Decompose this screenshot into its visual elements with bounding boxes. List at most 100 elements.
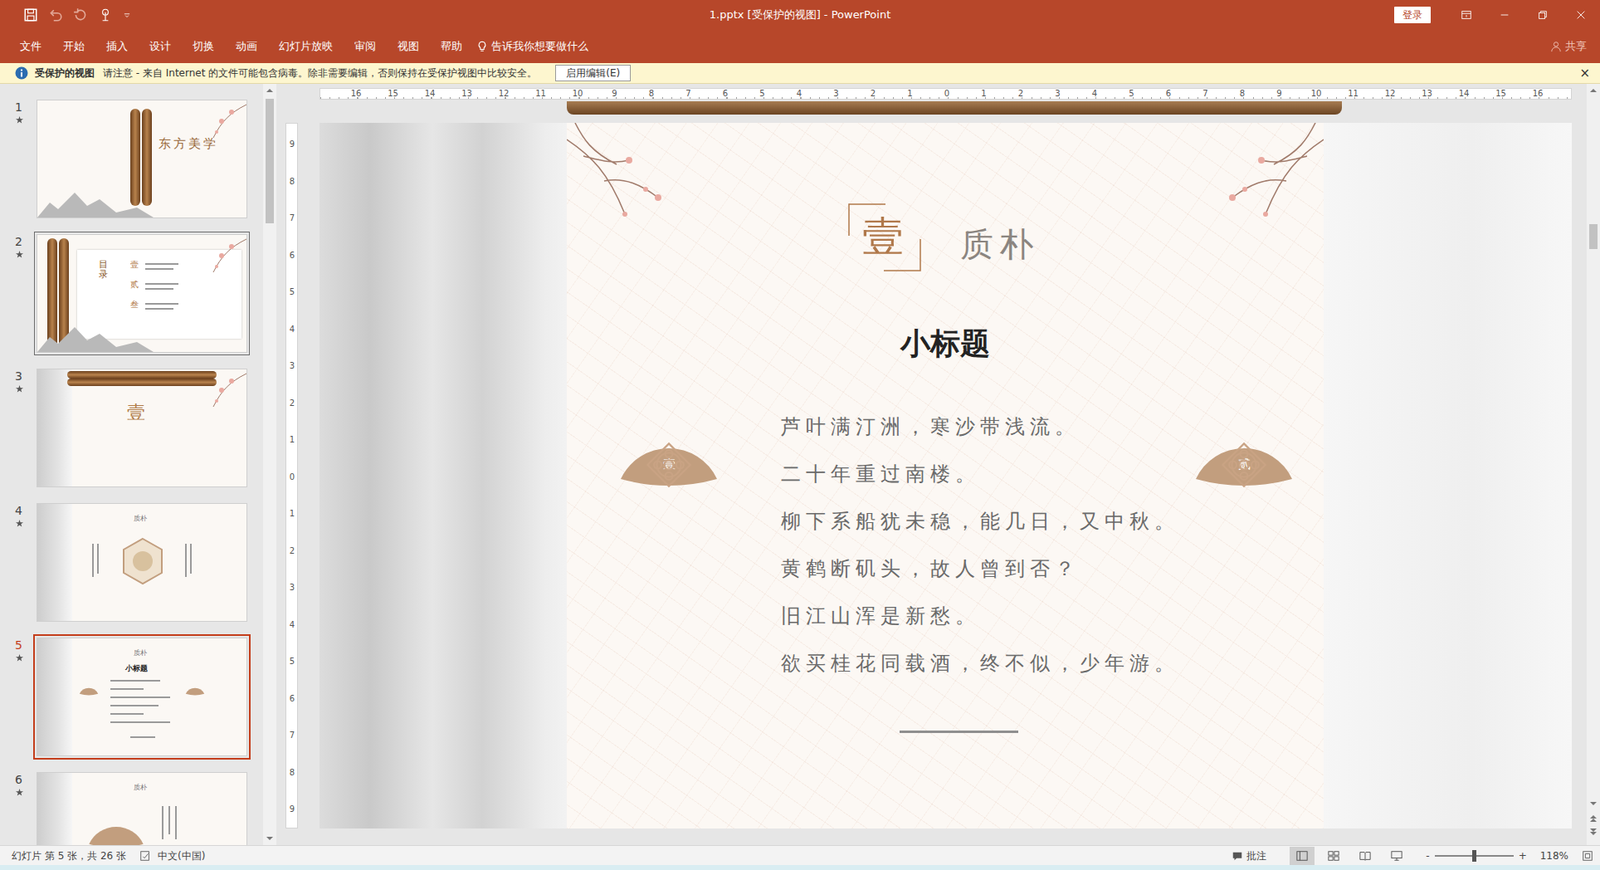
view-button[interactable] [1289,846,1315,865]
thumbnail-text: 东方美学 [158,136,219,152]
minimize-button[interactable] [1485,0,1524,30]
poem-line: 欲买桂花同载酒，终不似，少年游。 [780,639,1180,688]
ornament-icon [619,440,719,489]
view-button[interactable] [1352,846,1378,865]
touch-mode-icon[interactable] [97,7,113,23]
scroll-down-icon[interactable] [1590,800,1597,807]
close-bar-button[interactable]: × [1579,63,1591,83]
language[interactable]: 中文(中国) [157,848,205,864]
spelling-icon[interactable] [139,849,152,862]
poem-line: 柳下系船犹未稳，能几日，又中秋。 [780,497,1180,546]
slide-canvas[interactable]: 壹 质朴 小标题 芦叶满汀洲，寒沙带浅流。二十年重过南楼。柳下系船犹未稳，能几日… [319,122,1572,829]
customize-icon[interactable] [122,7,132,23]
zoom-in-button[interactable]: + [1518,848,1527,864]
section-number: 壹 [862,215,904,258]
ribbon-tab[interactable]: 开始 [52,29,96,64]
restore-button[interactable] [1523,0,1562,30]
comments-button[interactable]: 批注 [1231,848,1267,864]
zoom-slider[interactable] [1434,854,1514,857]
lightbulb-icon [476,40,488,53]
ruler-number: 8 [283,176,301,187]
ruler-number: 13 [458,88,476,99]
ruler-number: 13 [1419,88,1436,99]
scroll-thumb[interactable] [1589,224,1598,249]
zoom-out-button[interactable]: - [1425,848,1430,864]
ribbon-tabs: 文件开始插入设计切换动画幻灯片放映审阅视图帮助 告诉我你想要做什么 共享 [0,29,1600,64]
slide-number-column: 6 [0,771,37,845]
tell-me-text: 告诉我你想要做什么 [491,38,589,55]
scroll-down-icon[interactable] [266,834,274,842]
thumbnail-scrollbar[interactable] [263,83,277,845]
slide-thumbnail[interactable]: 目录壹贰叁 [36,234,248,353]
ruler-number: 14 [421,88,439,99]
ribbon-tab[interactable]: 设计 [138,29,182,64]
ribbon-tab[interactable]: 切换 [181,29,225,64]
slide-number: 3 [14,369,23,383]
slide-number-column: 3 [0,368,37,488]
thumbnail-row[interactable]: 2目录壹贰叁 [0,234,264,353]
person-icon [1550,40,1562,53]
ruler-number: 5 [1123,88,1141,99]
ribbon-tab[interactable]: 审阅 [343,29,387,64]
comments-text: 批注 [1246,848,1267,864]
slide-thumbnail[interactable]: 质朴小标题 [36,637,248,757]
poem-line: 二十年重过南楼。 [780,450,1180,498]
thumbnail-row[interactable]: 3壹 [0,368,264,488]
thumbnail-text: 目录 [98,259,108,280]
slide-number: 4 [14,503,23,518]
ruler-number: 1 [975,88,993,99]
scroll-thumb[interactable] [265,98,274,224]
ruler-number: 3 [283,360,301,371]
redo-icon[interactable] [73,7,88,23]
ribbon-tab[interactable]: 视图 [386,29,430,64]
view-button[interactable] [1321,846,1347,865]
ribbon-tab[interactable]: 幻灯片放映 [268,29,344,64]
ruler-number: 9 [283,139,301,150]
view-button[interactable] [1384,846,1410,865]
sign-in-button[interactable]: 登录 [1394,6,1431,24]
zoom-thumb[interactable] [1472,849,1477,862]
slide-title: 质朴 [960,225,1040,263]
scroll-up-icon[interactable] [266,87,274,94]
tell-me-box[interactable]: 告诉我你想要做什么 [476,38,589,55]
ribbon-display-icon [1460,9,1473,21]
slide-number-column: 4 [0,502,37,622]
animation-star-icon [15,116,24,124]
slide-thumbnail[interactable]: 质朴 [36,502,248,622]
window-title: 1.pptx [受保护的视图] - PowerPoint [709,6,892,24]
undo-icon[interactable] [48,7,64,23]
zoom-level[interactable]: 118% [1540,848,1569,864]
thumbnail-text: 质朴 [133,784,147,792]
slide-thumbnail[interactable]: 东方美学 [36,99,248,219]
thumbnail-row[interactable]: 1东方美学 [0,99,264,219]
fit-slide-icon[interactable] [1581,849,1594,862]
slide-thumbnail[interactable]: 壹 [36,368,248,488]
ribbon-tab[interactable]: 插入 [95,29,139,64]
editor-scrollbar[interactable] [1586,83,1600,845]
animation-star-icon [15,250,24,259]
ruler-number: 15 [385,88,402,99]
save-icon[interactable] [23,7,39,23]
close-button[interactable] [1561,0,1600,30]
thumbnail-row[interactable]: 5质朴小标题 [0,637,264,757]
ruler-number: 5 [754,88,771,99]
next-slide-icon[interactable] [1590,828,1597,835]
slide-thumbnail[interactable]: 质朴 [36,771,248,845]
slide-subtitle: 小标题 [566,326,1324,361]
branch-icon [566,122,692,231]
slide-panel: 壹 质朴 小标题 芦叶满汀洲，寒沙带浅流。二十年重过南楼。柳下系船犹未稳，能几日… [566,122,1324,829]
ribbon-tab[interactable]: 动画 [224,29,269,64]
ribbon-tab[interactable]: 文件 [9,29,53,64]
thumbnail-row[interactable]: 4 质朴 [0,502,264,622]
ribbon-tab[interactable]: 帮助 [429,29,474,64]
enable-editing-button[interactable]: 启用编辑(E) [555,64,631,82]
minimize-icon [1498,9,1511,21]
share-button[interactable]: 共享 [1550,38,1587,55]
title-bar: 1.pptx [受保护的视图] - PowerPoint 登录 [0,0,1600,30]
ribbon-display-button[interactable] [1447,0,1486,30]
previous-slide-icon[interactable] [1590,814,1597,822]
scroll-up-icon[interactable] [1590,87,1597,94]
thumbnail-row[interactable]: 6 质朴 [0,771,264,845]
scroll-decoration [566,101,1342,115]
vertical-ruler: 9876543210123456789 [285,122,298,829]
